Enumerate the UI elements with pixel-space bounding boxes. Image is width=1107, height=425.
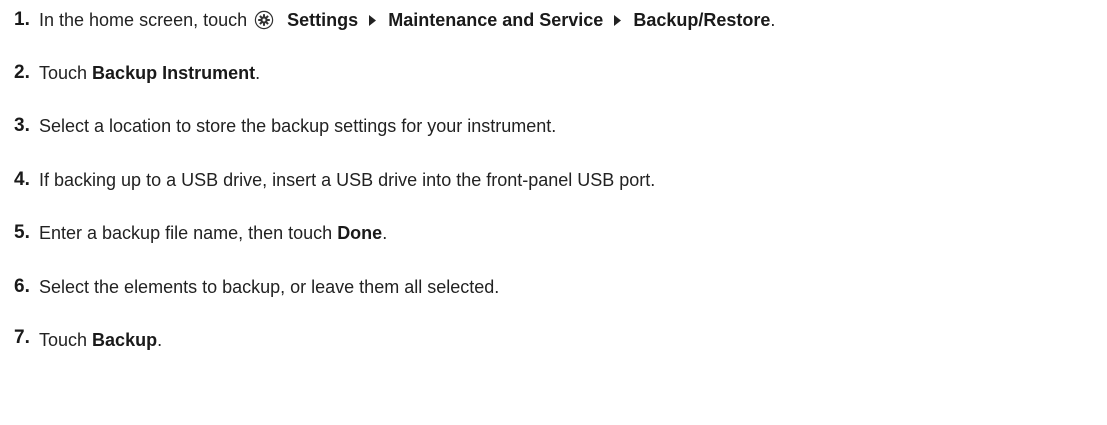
step-text-before: Enter a backup file name, then touch: [39, 222, 338, 243]
step-text-after: .: [382, 222, 388, 243]
step-end: .: [770, 9, 776, 30]
triangle-right-icon: [369, 14, 377, 26]
step-text: Touch Backup Instrument.: [39, 63, 260, 84]
step-number: 5.: [14, 222, 30, 243]
ui-term: Backup: [92, 329, 158, 350]
ui-term: Backup Instrument: [92, 62, 256, 83]
step-number: 7.: [14, 327, 30, 348]
menu-path-settings: Settings: [287, 9, 359, 30]
step-text-after: .: [157, 329, 163, 350]
step-text: Select a location to store the backup se…: [39, 115, 557, 136]
step-text: If backing up to a USB drive, insert a U…: [39, 169, 656, 190]
step-2: 2. Touch Backup Instrument.: [14, 58, 260, 88]
step-number: 4.: [14, 169, 30, 190]
menu-path-backup-restore: Backup/Restore: [633, 9, 771, 30]
step-4: 4. If backing up to a USB drive, insert …: [14, 165, 655, 195]
step-number: 6.: [14, 276, 30, 297]
step-text-before: Touch: [39, 62, 93, 83]
step-text: Select the elements to backup, or leave …: [39, 276, 500, 297]
step-text: Touch Backup.: [39, 330, 162, 351]
step-intro: In the home screen, touch: [39, 9, 248, 30]
step-text: In the home screen, touch Settings Maint…: [39, 10, 775, 31]
ui-term: Done: [337, 222, 383, 243]
step-5: 5. Enter a backup file name, then touch …: [14, 218, 387, 248]
step-text: Enter a backup file name, then touch Don…: [39, 223, 387, 244]
triangle-right-icon: [614, 14, 622, 26]
step-text-before: Touch: [39, 329, 93, 350]
step-7: 7. Touch Backup.: [14, 325, 162, 355]
step-number: 1.: [14, 9, 30, 30]
step-number: 3.: [14, 115, 30, 136]
menu-path-maintenance: Maintenance and Service: [388, 9, 604, 30]
gear-icon: [254, 10, 274, 29]
step-number: 2.: [14, 62, 30, 83]
step-3: 3. Select a location to store the backup…: [14, 111, 556, 141]
step-1: 1. In the home screen, touch Settings Ma…: [14, 5, 775, 35]
step-6: 6. Select the elements to backup, or lea…: [14, 272, 499, 302]
step-text-after: .: [255, 62, 261, 83]
